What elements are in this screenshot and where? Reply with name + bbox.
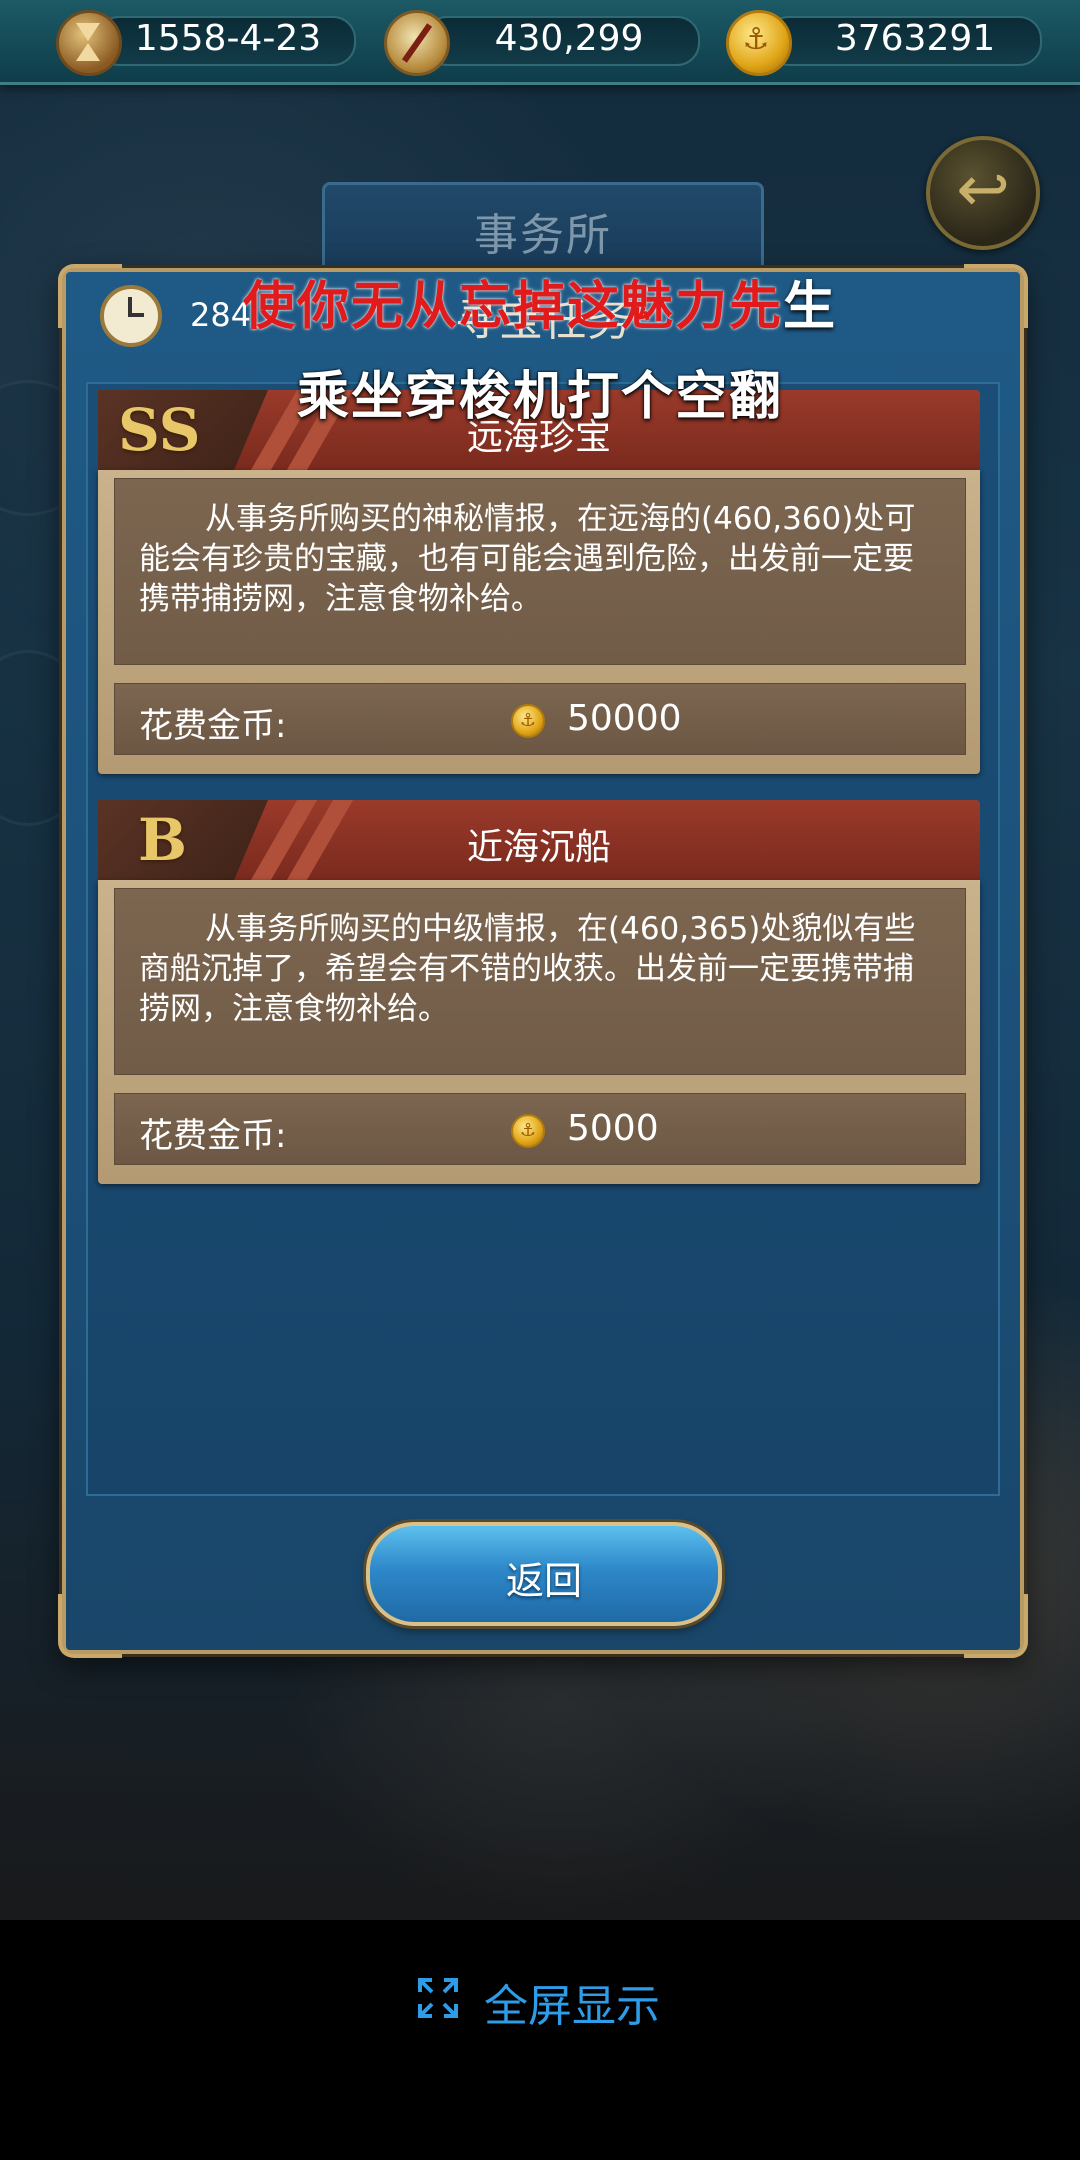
resource-bar: 1558-4-23 430,299 3763291	[0, 0, 1080, 85]
task-description: 从事务所购买的中级情报，在(460,365)处貌似有些商船沉掉了，希望会有不错的…	[139, 911, 916, 1027]
compass-value: 430,299	[494, 18, 644, 59]
task-name: 近海沉船	[466, 827, 611, 868]
dialog-corner	[964, 1594, 1028, 1658]
fullscreen-icon	[418, 1978, 458, 2018]
date-value: 1558-4-23	[134, 18, 322, 59]
hourglass-icon	[56, 10, 122, 76]
task-card-header: B 近海沉船	[98, 800, 980, 880]
task-card[interactable]: B 近海沉船 从事务所购买的中级情报，在(460,365)处貌似有些商船沉掉了，…	[98, 800, 980, 1184]
fullscreen-button[interactable]: 全屏显示	[484, 1970, 660, 2034]
cost-value: 50000	[567, 698, 682, 739]
gold-display: 3763291	[726, 10, 1042, 76]
task-card-body: 从事务所购买的中级情报，在(460,365)处貌似有些商船沉掉了，希望会有不错的…	[98, 880, 980, 1184]
cost-label: 花费金币:	[139, 1116, 287, 1156]
back-arrow-icon: ↩	[956, 153, 1010, 227]
gold-value: 3763291	[834, 18, 996, 59]
page-title: 事务所	[474, 210, 612, 261]
task-cost-box: 花费金币: 50000	[114, 683, 966, 755]
task-card[interactable]: SS 远海珍宝 从事务所购买的神秘情报，在远海的(460,360)处可能会有珍贵…	[98, 390, 980, 774]
date-display: 1558-4-23	[56, 10, 356, 76]
compass-display: 430,299	[384, 10, 700, 76]
overlay-caption-line1: 使你无从忘掉这魅力先生	[0, 264, 1080, 339]
gold-coin-icon	[511, 1114, 545, 1148]
back-arrow-button[interactable]: ↩	[926, 136, 1040, 250]
overlay-caption-red: 使你无从忘掉这魅力先	[242, 277, 783, 337]
system-bottom-bar: 全屏显示	[0, 1920, 1080, 2160]
task-description-box: 从事务所购买的中级情报，在(460,365)处貌似有些商船沉掉了，希望会有不错的…	[114, 888, 966, 1075]
cost-value: 5000	[567, 1108, 659, 1149]
overlay-caption-line2: 乘坐穿梭机打个空翻	[296, 367, 783, 427]
compass-icon	[384, 10, 450, 76]
cost-label: 花费金币:	[139, 706, 287, 746]
return-button-label: 返回	[505, 1559, 582, 1603]
gold-coin-icon	[511, 704, 545, 738]
task-cost-box: 花费金币: 5000	[114, 1093, 966, 1165]
return-button[interactable]: 返回	[366, 1522, 722, 1626]
task-card-body: 从事务所购买的神秘情报，在远海的(460,360)处可能会有珍贵的宝藏，也有可能…	[98, 470, 980, 774]
dialog-corner	[58, 1594, 122, 1658]
overlay-caption-tail: 生	[783, 277, 838, 337]
task-description: 从事务所购买的神秘情报，在远海的(460,360)处可能会有珍贵的宝藏，也有可能…	[139, 501, 916, 617]
gold-coin-icon	[726, 10, 792, 76]
task-description-box: 从事务所购买的神秘情报，在远海的(460,360)处可能会有珍贵的宝藏，也有可能…	[114, 478, 966, 665]
